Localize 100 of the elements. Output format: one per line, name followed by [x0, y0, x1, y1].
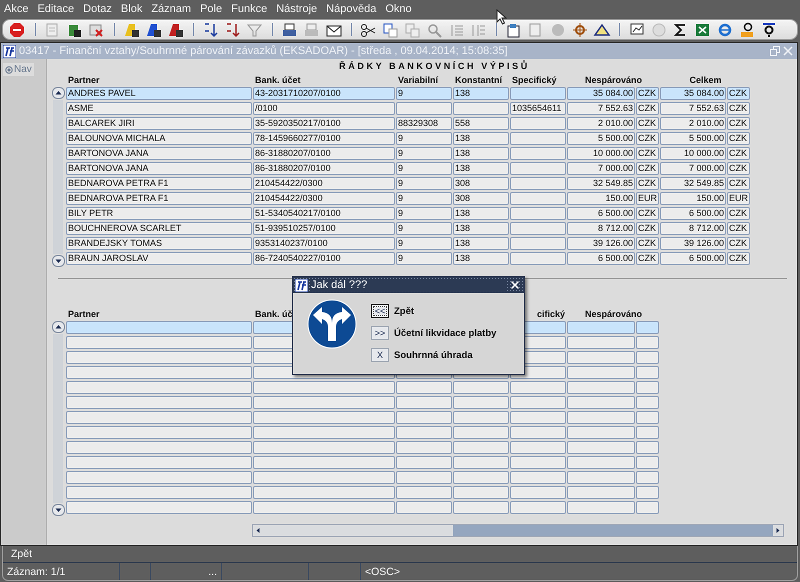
menu-item[interactable]: Funkce	[231, 3, 268, 15]
table-cell[interactable]: 6 500.00	[567, 207, 635, 220]
menu-item[interactable]: Záznam	[151, 3, 192, 15]
table-cell[interactable]: ANDRES PAVEL	[66, 87, 252, 100]
table-cell[interactable]: BALOUNOVA MICHALA	[66, 132, 252, 145]
table-cell[interactable]: 9	[396, 87, 452, 100]
table-cell[interactable]: 7 552.63	[660, 102, 726, 115]
table-cell[interactable]: CZK	[727, 162, 750, 175]
table-cell[interactable]: BRAUN JAROSLAV	[66, 252, 252, 265]
table-cell[interactable]: 8 712.00	[660, 222, 726, 235]
table-cell[interactable]: EUR	[636, 192, 659, 205]
table-cell[interactable]: 150.00	[567, 192, 635, 205]
table-cell[interactable]: 86-31880207/0100	[253, 147, 395, 160]
table-cell[interactable]: 9	[396, 252, 452, 265]
table-cell[interactable]: 7 000.00	[567, 162, 635, 175]
option-button[interactable]: >>	[371, 326, 389, 340]
table-cell[interactable]: 308	[453, 192, 509, 205]
option-button[interactable]: X	[371, 348, 389, 362]
table-cell[interactable]: 9353140237/0100	[253, 237, 395, 250]
table-cell[interactable]: BARTONOVA JANA	[66, 162, 252, 175]
table-cell[interactable]: 2 010.00	[567, 117, 635, 130]
table-cell[interactable]: BEDNAROVA PETRA F1	[66, 192, 252, 205]
table-cell[interactable]: CZK	[636, 102, 659, 115]
table-cell[interactable]: CZK	[727, 237, 750, 250]
table-cell[interactable]: CZK	[727, 252, 750, 265]
table-cell[interactable]: 308	[453, 177, 509, 190]
table-cell[interactable]: 210454422/0300	[253, 177, 395, 190]
menu-item[interactable]: Nástroje	[276, 3, 318, 15]
menu-item[interactable]: Editace	[37, 3, 74, 15]
table-cell[interactable]: 6 500.00	[660, 252, 726, 265]
table-cell[interactable]: 9	[396, 207, 452, 220]
table-cell[interactable]: CZK	[636, 222, 659, 235]
table-cell[interactable]: 39 126.00	[567, 237, 635, 250]
menu-item[interactable]: Nápověda	[326, 3, 376, 15]
table-cell[interactable]: 9	[396, 132, 452, 145]
table-cell[interactable]: CZK	[636, 207, 659, 220]
table-cell[interactable]: CZK	[636, 252, 659, 265]
table-cell[interactable]: CZK	[727, 147, 750, 160]
table-cell[interactable]: 51-939510257/0100	[253, 222, 395, 235]
table-cell[interactable]: 9	[396, 162, 452, 175]
table-cell[interactable]: 9	[396, 222, 452, 235]
menu-item[interactable]: Akce	[4, 3, 28, 15]
table-cell[interactable]: CZK	[727, 222, 750, 235]
table-cell[interactable]: 32 549.85	[660, 177, 726, 190]
table-cell[interactable]: 138	[453, 222, 509, 235]
table-cell[interactable]: 35-5920350217/0100	[253, 117, 395, 130]
table-cell[interactable]: 86-31880207/0100	[253, 162, 395, 175]
table-cell[interactable]: 138	[453, 237, 509, 250]
table-cell[interactable]: BEDNAROVA PETRA F1	[66, 177, 252, 190]
table-cell[interactable]: CZK	[727, 132, 750, 145]
table-cell[interactable]: 9	[396, 147, 452, 160]
table-cell[interactable]: 558	[453, 117, 509, 130]
table-cell[interactable]: 150.00	[660, 192, 726, 205]
table-cell[interactable]: CZK	[727, 177, 750, 190]
menu-item[interactable]: Pole	[200, 3, 222, 15]
table-cell[interactable]: 5 500.00	[660, 132, 726, 145]
table-cell[interactable]: 6 500.00	[567, 252, 635, 265]
table-cell[interactable]: 86-7240540227/0100	[253, 252, 395, 265]
table-cell[interactable]: 7 552.63	[567, 102, 635, 115]
table-cell[interactable]: BARTONOVA JANA	[66, 147, 252, 160]
table-cell[interactable]: CZK	[636, 132, 659, 145]
menu-item[interactable]: Dotaz	[83, 3, 112, 15]
table-cell[interactable]: 6 500.00	[660, 207, 726, 220]
table-cell[interactable]: CZK	[636, 177, 659, 190]
table-cell[interactable]: 32 549.85	[567, 177, 635, 190]
menu-item[interactable]: Blok	[120, 3, 142, 15]
table-cell[interactable]: 10 000.00	[567, 147, 635, 160]
table-cell[interactable]: CZK	[636, 237, 659, 250]
table-cell[interactable]: 2 010.00	[660, 117, 726, 130]
table-cell[interactable]: 138	[453, 162, 509, 175]
table-cell[interactable]: 1035654611	[510, 102, 566, 115]
option-button[interactable]: <<	[371, 304, 389, 318]
table-cell[interactable]: /0100	[253, 102, 395, 115]
table-cell[interactable]: 88329308	[396, 117, 452, 130]
table-cell[interactable]: BRANDEJSKY TOMAS	[66, 237, 252, 250]
table-cell[interactable]: CZK	[636, 162, 659, 175]
menu-item[interactable]: Okno	[385, 3, 412, 15]
table-cell[interactable]: 9	[396, 237, 452, 250]
table-cell[interactable]: CZK	[636, 87, 659, 100]
table-cell[interactable]: BOUCHNEROVA SCARLET	[66, 222, 252, 235]
table-cell[interactable]: 138	[453, 132, 509, 145]
table-cell[interactable]: 8 712.00	[567, 222, 635, 235]
table-cell[interactable]: 35 084.00	[567, 87, 635, 100]
table-cell[interactable]: EUR	[727, 192, 750, 205]
table-cell[interactable]: 43-2031710207/0100	[253, 87, 395, 100]
table-cell[interactable]: 9	[396, 177, 452, 190]
table-cell[interactable]: 138	[453, 252, 509, 265]
table-cell[interactable]: 138	[453, 207, 509, 220]
table-cell[interactable]: ASME	[66, 102, 252, 115]
table-cell[interactable]: 51-5340540217/0100	[253, 207, 395, 220]
table-cell[interactable]: 39 126.00	[660, 237, 726, 250]
table-cell[interactable]: CZK	[727, 102, 750, 115]
table-cell[interactable]: 78-1459660277/0100	[253, 132, 395, 145]
table-cell[interactable]: CZK	[727, 87, 750, 100]
table-cell[interactable]: 9	[396, 192, 452, 205]
table-cell[interactable]: 10 000.00	[660, 147, 726, 160]
table-cell[interactable]: 138	[453, 147, 509, 160]
table-cell[interactable]: 5 500.00	[567, 132, 635, 145]
table-cell[interactable]: CZK	[636, 117, 659, 130]
table-cell[interactable]: CZK	[727, 117, 750, 130]
